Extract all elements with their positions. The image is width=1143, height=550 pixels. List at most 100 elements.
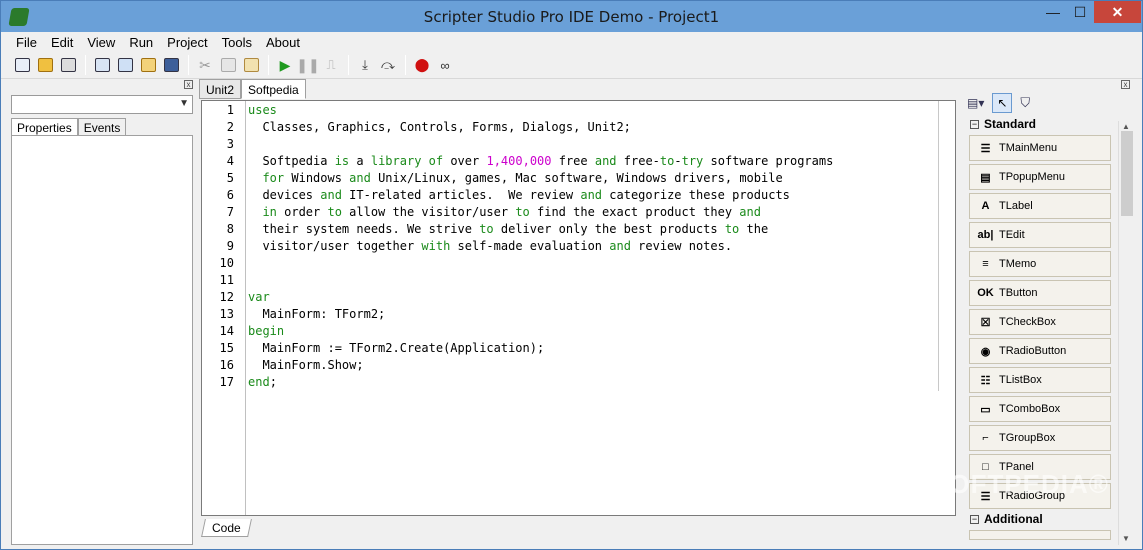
keyword-token: to xyxy=(659,154,675,168)
listbox-icon: ☷ xyxy=(980,374,991,387)
close-button[interactable]: ✕ xyxy=(1094,1,1141,23)
palette-item-tmemo[interactable]: ≡ TMemo xyxy=(969,251,1111,277)
menu-file[interactable]: File xyxy=(9,35,44,50)
collapse-icon[interactable]: − xyxy=(970,514,979,524)
menu-about[interactable]: About xyxy=(259,35,307,50)
code-line[interactable]: visitor/user together with self-made eva… xyxy=(248,239,732,253)
palette-item-tlistbox[interactable]: ☷ TListBox xyxy=(969,367,1111,393)
menu-edit[interactable]: Edit xyxy=(44,35,80,50)
title-bar[interactable]: Scripter Studio Pro IDE Demo - Project1 … xyxy=(1,1,1142,32)
code-token: over xyxy=(443,154,487,168)
scroll-up-icon[interactable]: ▲ xyxy=(1122,122,1130,131)
palette-item-tbutton[interactable]: OK TButton xyxy=(969,280,1111,306)
new-unit-button[interactable] xyxy=(91,54,113,76)
toggle-breakpoint-button[interactable]: ⬤ xyxy=(411,54,433,76)
line-number: 12 xyxy=(219,290,234,304)
palette-item-tlabel[interactable]: A TLabel xyxy=(969,193,1111,219)
menu-view[interactable]: View xyxy=(80,35,122,50)
pause-button[interactable]: ❚❚ xyxy=(296,54,319,76)
minimize-button[interactable]: — xyxy=(1039,1,1067,23)
memo-icon: ≡ xyxy=(982,258,989,270)
code-line[interactable]: in order to allow the visitor/user to fi… xyxy=(248,205,761,219)
component-selector[interactable]: ▼ xyxy=(11,95,193,114)
code-line[interactable]: end; xyxy=(248,375,277,389)
code-line[interactable]: their system needs. We strive to deliver… xyxy=(248,222,768,236)
code-line[interactable]: Classes, Graphics, Controls, Forms, Dial… xyxy=(248,120,630,134)
tab-properties[interactable]: Properties xyxy=(11,118,78,136)
view-mode-icon[interactable]: ▤▾ xyxy=(967,96,984,110)
code-line[interactable]: for Windows and Unix/Linux, games, Mac s… xyxy=(248,171,782,185)
code-token: find the exact product they xyxy=(529,205,740,219)
keyword-token: var xyxy=(248,290,270,304)
scroll-down-icon[interactable]: ▼ xyxy=(1122,534,1130,543)
palette-item-tradiobutton[interactable]: ◉ TRadioButton xyxy=(969,338,1111,364)
palette-component-partial[interactable] xyxy=(969,530,1111,540)
code-text[interactable]: uses Classes, Graphics, Controls, Forms,… xyxy=(248,101,948,515)
keyword-token: and xyxy=(609,239,631,253)
code-token: review notes. xyxy=(630,239,733,253)
code-line[interactable]: uses xyxy=(248,103,277,117)
menu-tools[interactable]: Tools xyxy=(215,35,259,50)
code-line[interactable]: devices and IT-related articles. We revi… xyxy=(248,188,789,202)
cut-button[interactable]: ✂ xyxy=(194,54,216,76)
palette-item-label: TRadioButton xyxy=(999,345,1067,357)
open-project-button[interactable] xyxy=(34,54,56,76)
code-line[interactable]: begin xyxy=(248,324,284,338)
scrollbar-thumb[interactable] xyxy=(1121,131,1133,216)
group-standard-header[interactable]: − Standard xyxy=(965,115,1137,133)
add-watch-button[interactable]: ∞ xyxy=(434,54,456,76)
code-line[interactable]: MainForm.Show; xyxy=(248,358,364,372)
reset-button[interactable]: ⎍ xyxy=(320,54,342,76)
keyword-token: with xyxy=(421,239,451,253)
code-line[interactable]: Softpedia is a library of over 1,400,000… xyxy=(248,154,833,168)
line-number: 6 xyxy=(226,188,234,202)
reset-icon: ⎍ xyxy=(326,57,336,72)
step-over-button[interactable]: ⤼ xyxy=(377,54,399,76)
copy-button[interactable] xyxy=(217,54,239,76)
open-file-button[interactable] xyxy=(137,54,159,76)
save-button[interactable] xyxy=(160,54,182,76)
tab-unit2[interactable]: Unit2 xyxy=(199,79,242,99)
code-token: order xyxy=(276,205,328,219)
menu-project[interactable]: Project xyxy=(160,35,214,50)
group-additional-header[interactable]: − Additional xyxy=(965,510,1137,528)
label-icon: A xyxy=(981,200,990,212)
code-line[interactable]: MainForm := TForm2.Create(Application); xyxy=(248,341,544,355)
palette-item-tedit[interactable]: ab| TEdit xyxy=(969,222,1111,248)
palette-item-tcombobox[interactable]: ▭ TComboBox xyxy=(969,396,1111,422)
palette-item-tgroupbox[interactable]: ⌐ TGroupBox xyxy=(969,425,1111,451)
run-button[interactable]: ▶ xyxy=(274,54,296,76)
new-project-button[interactable] xyxy=(11,54,33,76)
code-token: Windows xyxy=(284,171,350,185)
tab-code[interactable]: Code xyxy=(201,519,252,537)
code-line[interactable]: var xyxy=(248,290,270,304)
save-all-button[interactable] xyxy=(57,54,79,76)
palette-item-tcheckbox[interactable]: ☒ TCheckBox xyxy=(969,309,1111,335)
filter-icon[interactable]: ⛉ xyxy=(1020,95,1030,111)
watermark: SOFTPEDIA® xyxy=(931,469,1109,499)
palette-item-tpopupmenu[interactable]: ▤ TPopupMenu xyxy=(969,164,1111,190)
number-token: 1,400,000 xyxy=(486,154,552,168)
tab-softpedia[interactable]: Softpedia xyxy=(241,79,306,99)
close-palette-icon[interactable]: x xyxy=(1121,80,1130,89)
paste-button[interactable] xyxy=(240,54,262,76)
new-form-button[interactable] xyxy=(114,54,136,76)
code-line[interactable]: MainForm: TForm2; xyxy=(248,307,385,321)
tab-events[interactable]: Events xyxy=(77,118,127,136)
pointer-tool-icon[interactable]: ↖ xyxy=(992,93,1013,113)
keyword-token: to xyxy=(479,222,494,236)
close-panel-icon[interactable]: x xyxy=(184,80,193,89)
line-number: 1 xyxy=(226,103,234,117)
chevron-down-icon[interactable]: ▼ xyxy=(179,98,189,109)
maximize-button[interactable]: ☐ xyxy=(1066,1,1094,23)
palette-scrollbar[interactable]: ▲ ▼ xyxy=(1118,121,1134,545)
toolbar-separator xyxy=(268,55,269,75)
palette-item-tmainmenu[interactable]: ☰ TMainMenu xyxy=(969,135,1111,161)
code-token: MainForm.Show; xyxy=(248,358,364,372)
step-into-button[interactable]: ⤓ xyxy=(354,54,376,76)
code-editor[interactable]: 1 2 3 4 5 6 7 8 9 10 11 12 13 14 15 16 17 uses Classes, … xyxy=(201,100,956,516)
properties-grid[interactable] xyxy=(11,135,193,545)
menu-run[interactable]: Run xyxy=(122,35,160,50)
group-additional-label: Additional xyxy=(984,512,1043,526)
collapse-icon[interactable]: − xyxy=(970,119,979,129)
